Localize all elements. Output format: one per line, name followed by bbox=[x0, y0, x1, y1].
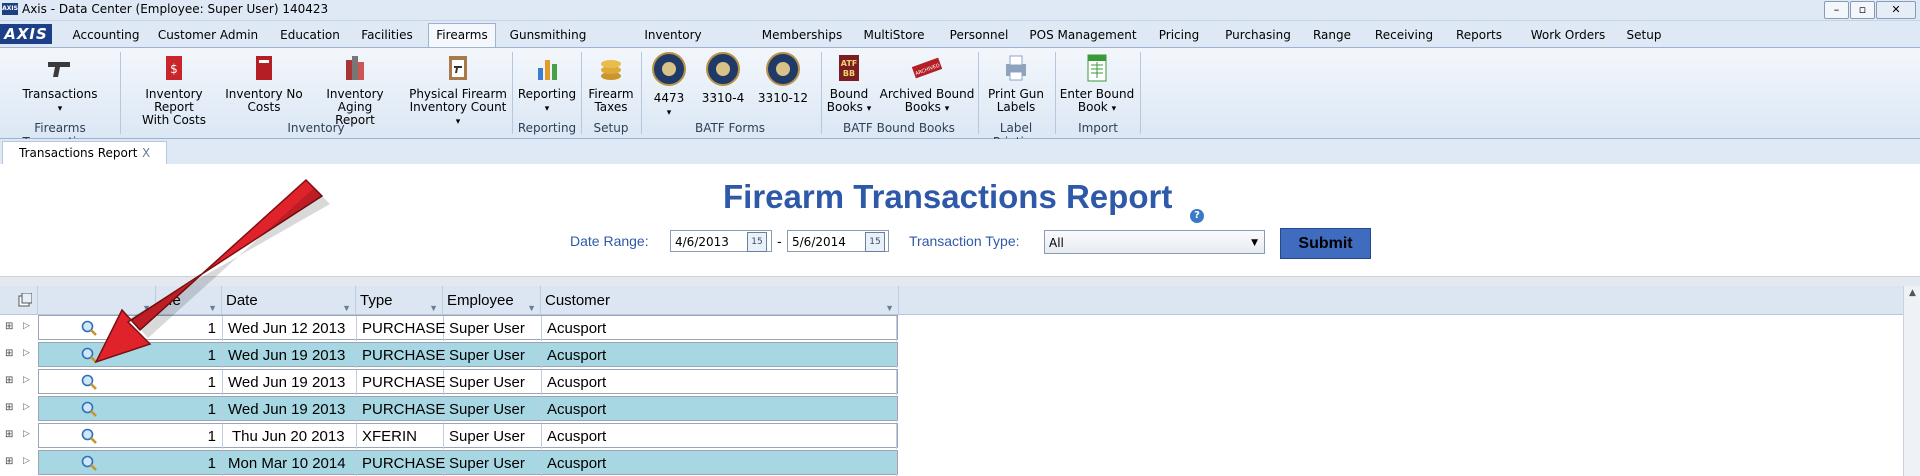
annotation-arrow bbox=[94, 178, 330, 364]
arrow-shadow bbox=[130, 188, 330, 338]
red-arrow-shape bbox=[94, 178, 324, 364]
